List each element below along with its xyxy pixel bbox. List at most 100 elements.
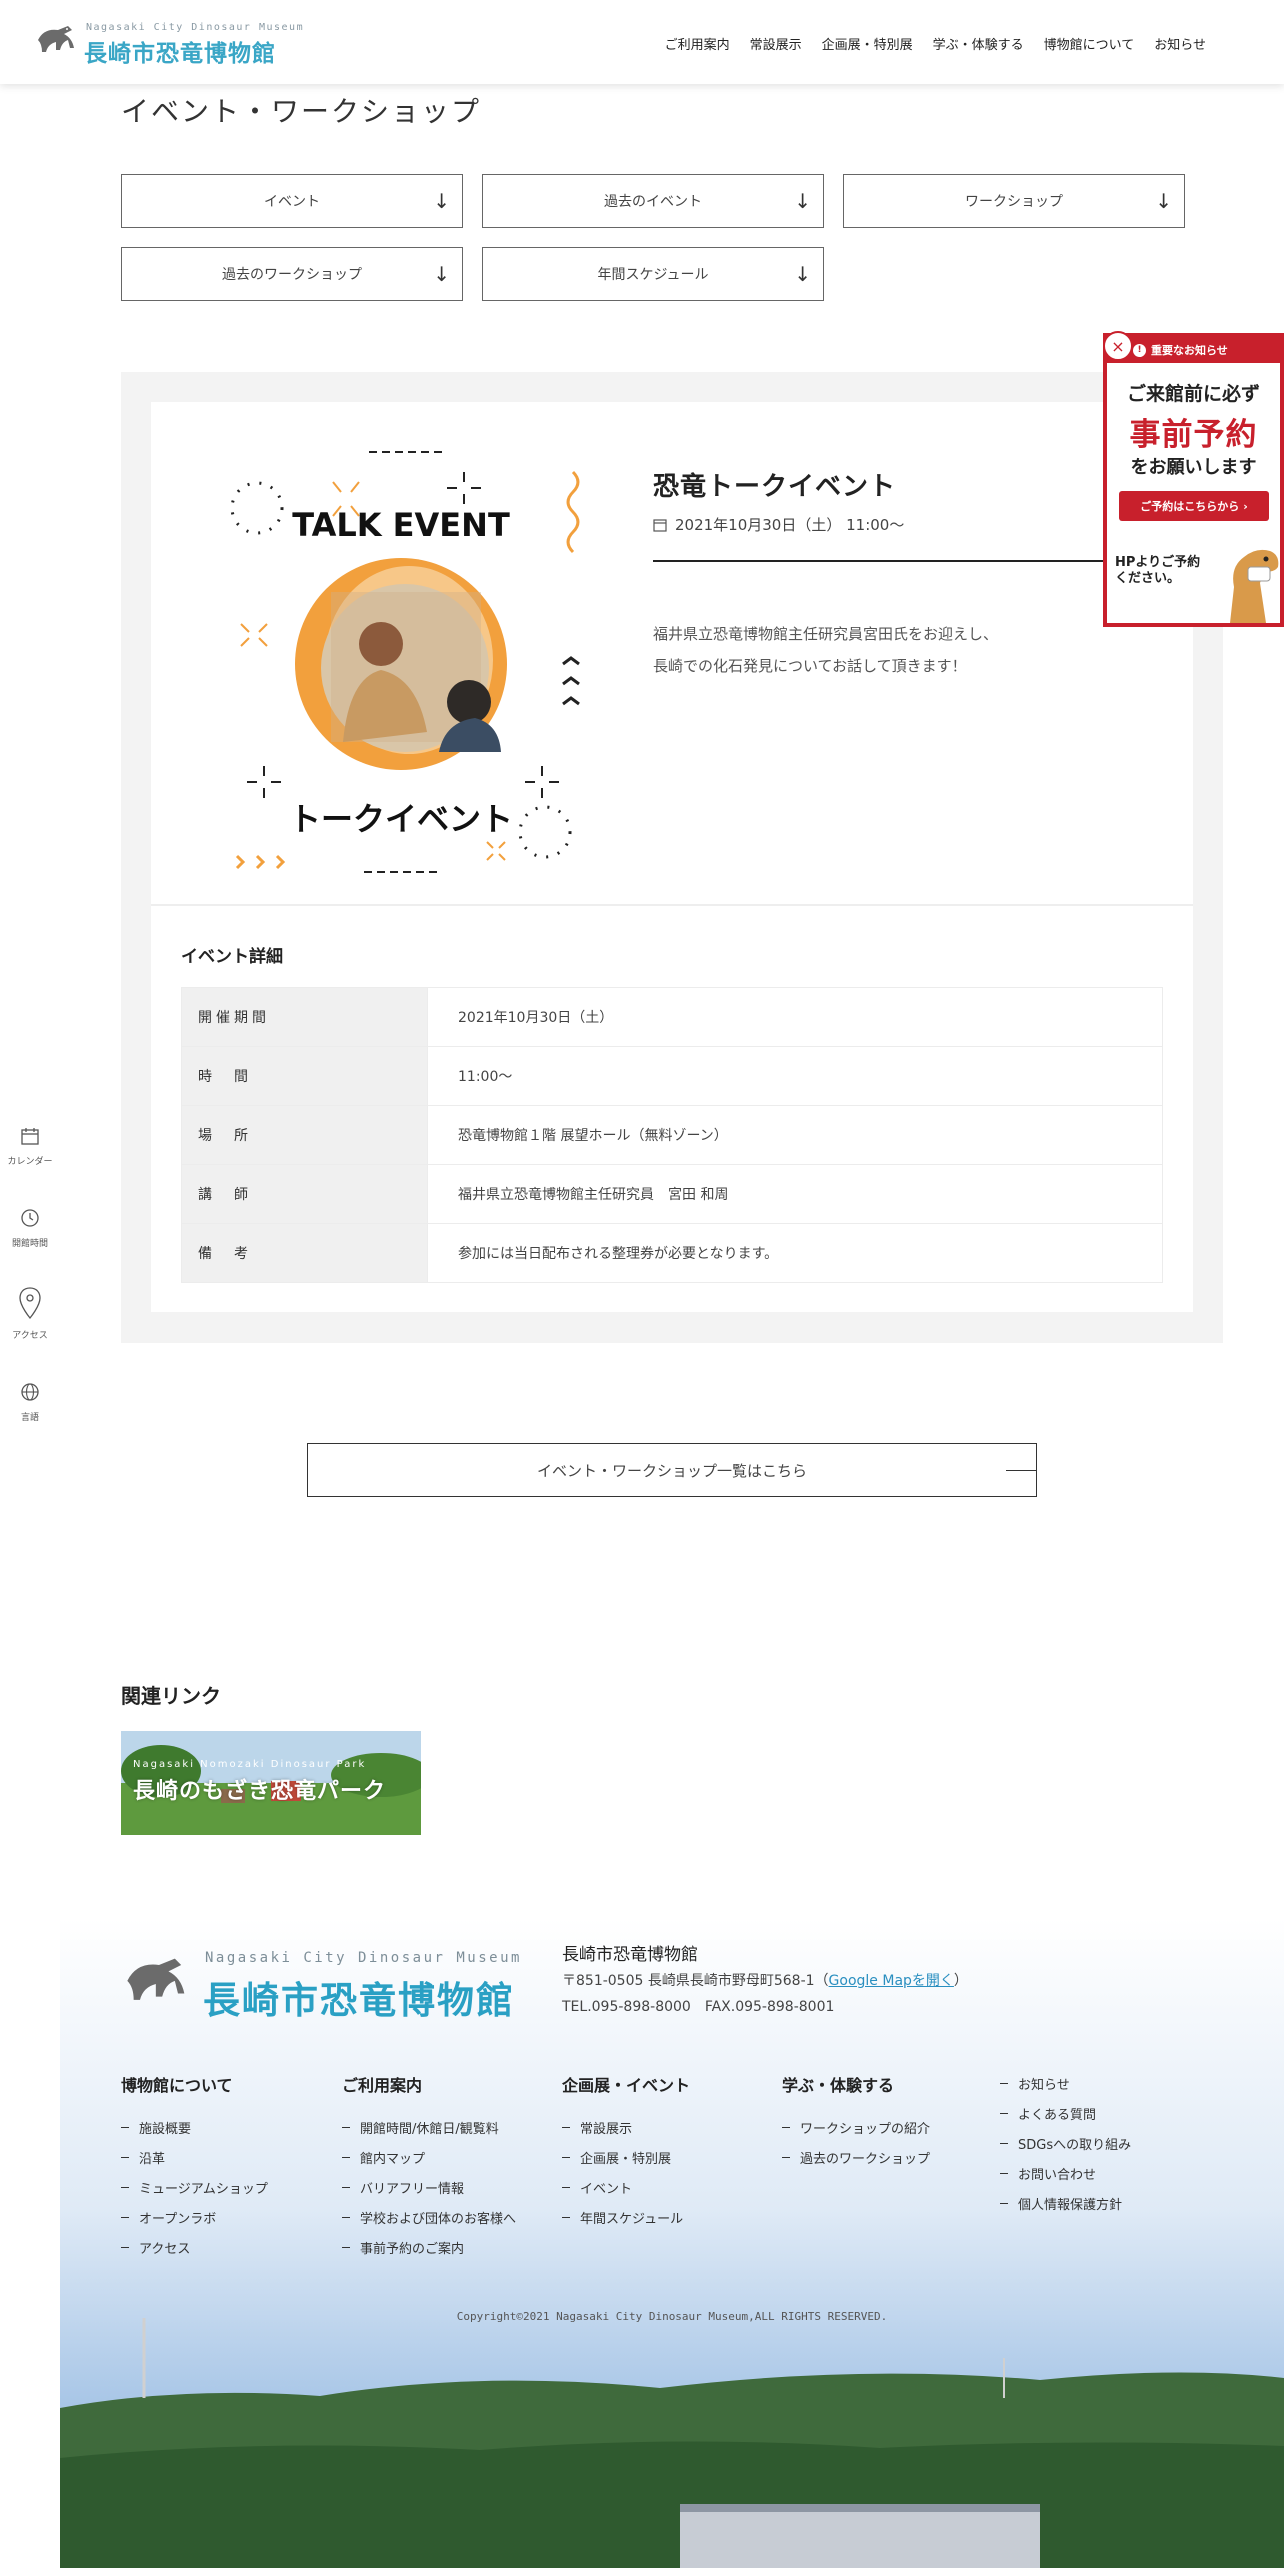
footer-link-label: オープンラボ <box>139 2211 217 2227</box>
footer-link[interactable]: SDGsへの取り組み <box>1000 2128 1131 2158</box>
nav-item-exhibitions[interactable]: 企画展・特別展 <box>822 34 913 53</box>
reservation-button[interactable]: ご予約はこちらから › <box>1119 491 1269 521</box>
footer-link[interactable]: よくある質問 <box>1000 2098 1131 2128</box>
arrow-down-icon: ↓ <box>433 189 450 213</box>
dash-icon <box>342 2126 350 2128</box>
footer-col-heading: 企画展・イベント <box>562 2076 691 2095</box>
footer-col-learn: 学ぶ・体験する ワークショップの紹介 過去のワークショップ <box>782 2072 930 2172</box>
footer-link-label: ミュージアムショップ <box>139 2181 268 2197</box>
global-nav: ご利用案内 常設展示 企画展・特別展 学ぶ・体験する 博物館について お知らせ <box>665 34 1206 53</box>
dash-icon <box>121 2156 129 2158</box>
reservation-notice: ! 重要なお知らせ × ご来館前に必ず 事前予約 をお願いします ご予約はこちら… <box>1103 331 1284 627</box>
google-map-link[interactable]: Google Mapを開く <box>829 1973 954 1989</box>
side-item-language[interactable]: 言語 <box>0 1382 60 1423</box>
dash-icon <box>121 2246 129 2248</box>
address-text: 〒851-0505 長崎県長崎市野母町568-1（ <box>562 1973 829 1989</box>
table-row: 時 間 11:00〜 <box>181 1046 1163 1106</box>
footer-link[interactable]: 開館時間/休館日/観覧料 <box>342 2112 516 2142</box>
side-item-hours[interactable]: 開館時間 <box>0 1208 60 1249</box>
table-row: 講 師福井県立恐竜博物館主任研究員 宮田 和周 <box>181 1164 1163 1224</box>
filter-button-workshops[interactable]: ワークショップ ↓ <box>843 174 1185 228</box>
site-logo[interactable]: Nagasaki City Dinosaur Museum 長崎市恐竜博物館 <box>34 20 303 67</box>
footer-link-label: 個人情報保護方針 <box>1018 2197 1123 2213</box>
nav-item-news[interactable]: お知らせ <box>1154 34 1206 53</box>
event-description-line: 福井県立恐竜博物館主任研究員宮田氏をお迎えし、 <box>653 625 999 643</box>
dash-icon <box>342 2216 350 2218</box>
detail-label: 備 考 <box>181 1223 428 1283</box>
detail-label: 時 間 <box>181 1046 428 1106</box>
nav-item-learn[interactable]: 学ぶ・体験する <box>933 34 1024 53</box>
footer-link[interactable]: ミュージアムショップ <box>121 2172 268 2202</box>
event-title: 恐竜トークイベント <box>653 472 897 502</box>
footer-link-label: 施設概要 <box>139 2121 192 2137</box>
footer-link[interactable]: 企画展・特別展 <box>562 2142 690 2172</box>
footer-link-label: 企画展・特別展 <box>580 2151 672 2167</box>
filter-button-annual-schedule[interactable]: 年間スケジュール ↓ <box>482 247 824 301</box>
notice-line-1: ご来館前に必ず <box>1126 383 1260 405</box>
info-icon: ! <box>1133 343 1146 357</box>
nav-item-permanent[interactable]: 常設展示 <box>750 34 802 53</box>
title-rule <box>653 560 1173 562</box>
clock-icon <box>21 1209 39 1227</box>
dash-icon <box>1000 2172 1008 2174</box>
footer-link[interactable]: お問い合わせ <box>1000 2158 1131 2188</box>
dash-icon <box>342 2156 350 2158</box>
arrow-down-icon: ↓ <box>794 189 811 213</box>
detail-label: 講 師 <box>181 1164 428 1224</box>
footer-link[interactable]: ワークショップの紹介 <box>782 2112 930 2142</box>
dash-icon <box>342 2186 350 2188</box>
footer-link[interactable]: お知らせ <box>1000 2068 1131 2098</box>
related-banner-dino-park[interactable]: Nagasaki Nomozaki Dinosaur Park 長崎のもざき恐竜… <box>121 1731 421 1835</box>
footer-link[interactable]: 年間スケジュール <box>562 2202 690 2232</box>
image-subtitle-text: トークイベント <box>289 800 513 838</box>
notice-hp-line: ください。 <box>1115 571 1181 586</box>
footer-link[interactable]: 過去のワークショップ <box>782 2142 930 2172</box>
footer-link[interactable]: バリアフリー情報 <box>342 2172 516 2202</box>
filter-button-past-workshops[interactable]: 過去のワークショップ ↓ <box>121 247 463 301</box>
event-date: 2021年10月30日（土） 11:00〜 <box>653 514 904 535</box>
footer-link-label: 過去のワークショップ <box>800 2151 931 2167</box>
nav-item-guide[interactable]: ご利用案内 <box>665 34 730 53</box>
filter-button-past-events[interactable]: 過去のイベント ↓ <box>482 174 824 228</box>
footer-logo[interactable]: Nagasaki City Dinosaur Museum 長崎市恐竜博物館 <box>121 1948 522 2022</box>
footer-logo-subtitle: Nagasaki City Dinosaur Museum <box>205 1950 522 1966</box>
arrow-down-icon: ↓ <box>794 262 811 286</box>
side-item-calendar[interactable]: カレンダー <box>0 1126 60 1167</box>
footer-link[interactable]: イベント <box>562 2172 690 2202</box>
event-list-button[interactable]: イベント・ワークショップ一覧はこちら <box>307 1443 1037 1497</box>
footer-link-label: よくある質問 <box>1018 2107 1097 2123</box>
nav-item-about[interactable]: 博物館について <box>1044 34 1135 53</box>
dash-icon <box>1000 2142 1008 2144</box>
close-icon[interactable]: × <box>1103 331 1133 361</box>
footer-link[interactable]: 個人情報保護方針 <box>1000 2188 1131 2218</box>
banner-subtitle: Nagasaki Nomozaki Dinosaur Park <box>133 1759 367 1770</box>
event-card: TALK EVENT トークイベント 恐竜トークイベント 2021年10月30日… <box>151 402 1193 1312</box>
footer-link[interactable]: 沿革 <box>121 2142 268 2172</box>
footer-link[interactable]: アクセス <box>121 2232 268 2262</box>
side-item-label: 開館時間 <box>11 1239 48 1249</box>
notice-hp-line: HPよりご予約 <box>1115 555 1201 570</box>
dash-icon <box>1000 2202 1008 2204</box>
footer-link[interactable]: 学校および団体のお客様へ <box>342 2202 516 2232</box>
filter-label: ワークショップ <box>965 194 1063 210</box>
footer-link-label: 常設展示 <box>580 2121 633 2137</box>
globe-icon <box>21 1383 39 1401</box>
footer-link[interactable]: 常設展示 <box>562 2112 690 2142</box>
footer-col-misc: お知らせ よくある質問 SDGsへの取り組み お問い合わせ 個人情報保護方針 <box>1000 2068 1131 2218</box>
footer-link[interactable]: 施設概要 <box>121 2112 268 2142</box>
footer-link-label: イベント <box>580 2181 633 2197</box>
footer-col-exhibitions: 企画展・イベント 常設展示 企画展・特別展 イベント 年間スケジュール <box>562 2072 690 2232</box>
footer-link[interactable]: 館内マップ <box>342 2142 516 2172</box>
filter-button-events[interactable]: イベント ↓ <box>121 174 463 228</box>
footer-link[interactable]: オープンラボ <box>121 2202 268 2232</box>
footer-col-about: 博物館について 施設概要 沿革 ミュージアムショップ オープンラボ アクセス <box>121 2072 268 2262</box>
event-description-line: 長崎での化石発見についてお話して頂きます！ <box>653 657 967 675</box>
footer-tel-fax: TEL.095-898-8000 FAX.095-898-8001 <box>562 1999 835 2015</box>
calendar-icon <box>21 1128 39 1145</box>
banner-title: 長崎のもざき恐竜パーク <box>133 1779 387 1804</box>
notice-bar: ! 重要なお知らせ <box>1107 337 1280 363</box>
footer-link-label: お問い合わせ <box>1018 2167 1097 2183</box>
calendar-icon <box>653 518 667 532</box>
side-item-access[interactable]: アクセス <box>0 1286 60 1341</box>
footer-link[interactable]: 事前予約のご案内 <box>342 2232 516 2262</box>
